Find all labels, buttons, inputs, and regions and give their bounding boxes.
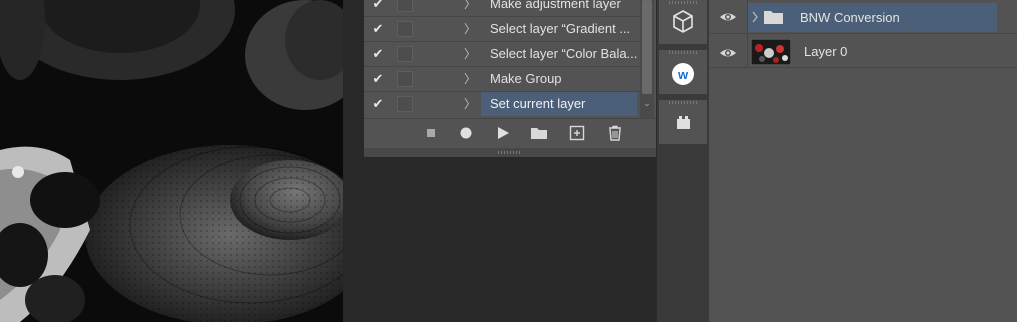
3d-panel-button[interactable] (659, 0, 707, 44)
action-label: Select layer “Color Bala... (490, 46, 637, 61)
checkmark-icon[interactable]: ✔ (370, 0, 386, 13)
action-row[interactable]: ✔ 〉 Make adjustment layer (364, 0, 658, 17)
folder-icon[interactable] (530, 125, 548, 141)
actions-toolbar (364, 118, 658, 148)
chevron-right-icon[interactable]: 〉 (464, 45, 476, 63)
dock-grip (669, 51, 697, 54)
play-icon[interactable] (494, 125, 512, 141)
visibility-toggle[interactable] (709, 0, 748, 33)
action-label: Set current layer (481, 92, 637, 116)
grip-dots (498, 151, 522, 154)
chevron-right-icon[interactable]: 〉 (464, 0, 476, 13)
chevron-right-icon[interactable] (750, 10, 760, 24)
svg-text:w: w (677, 67, 689, 82)
layer-name: BNW Conversion (800, 10, 900, 25)
panel-resize-grip[interactable] (364, 148, 658, 157)
dock-grip (669, 1, 697, 4)
record-icon[interactable] (457, 125, 475, 141)
divider (709, 67, 1017, 68)
checkmark-icon[interactable]: ✔ (370, 70, 386, 88)
eye-icon (720, 49, 736, 57)
panel-icon-dock: w (656, 0, 710, 322)
checkmark-icon[interactable]: ✔ (370, 20, 386, 38)
actions-scrollbar[interactable]: ⌄ (640, 0, 654, 118)
layer-row[interactable]: Layer 0 (709, 34, 1017, 68)
actions-panel: ✔ 〉 Make adjustment layer ✔ 〉 Select lay… (364, 0, 659, 157)
layer-row-group[interactable]: BNW Conversion (709, 0, 1017, 34)
folder-icon (764, 11, 783, 24)
checkmark-icon[interactable]: ✔ (370, 95, 386, 113)
action-row[interactable]: ✔ 〉 Make Group (364, 67, 658, 92)
wacom-panel-button[interactable]: w (659, 50, 707, 94)
chevron-right-icon[interactable]: 〉 (464, 95, 476, 113)
layer-name: Layer 0 (804, 44, 848, 59)
checkmark-icon[interactable]: ✔ (370, 45, 386, 63)
canvas-image[interactable] (0, 0, 343, 322)
plugin-lego-icon (677, 116, 690, 129)
wacom-w-icon: w (672, 63, 694, 85)
dock-grip (669, 101, 697, 104)
chevron-right-icon[interactable]: 〉 (464, 70, 476, 88)
eye-icon (720, 13, 736, 21)
trash-icon[interactable] (606, 125, 624, 141)
action-row[interactable]: ✔ 〉 Select layer “Gradient ... (364, 17, 658, 42)
action-row-selected[interactable]: ✔ 〉 Set current layer (364, 92, 658, 117)
layers-panel: BNW Conversion Layer 0 (709, 0, 1017, 322)
dialog-toggle-box[interactable] (397, 96, 413, 112)
action-label: Make Group (490, 71, 562, 86)
new-action-icon[interactable] (568, 125, 586, 141)
dialog-toggle-box[interactable] (397, 46, 413, 62)
scroll-down-arrow-icon[interactable]: ⌄ (640, 98, 654, 109)
3d-cube-icon (673, 10, 693, 33)
dialog-toggle-box[interactable] (397, 0, 413, 12)
dialog-toggle-box[interactable] (397, 71, 413, 87)
scrollbar-thumb[interactable] (642, 0, 652, 94)
visibility-toggle[interactable] (709, 34, 748, 67)
dialog-toggle-box[interactable] (397, 21, 413, 37)
hats-photo (0, 0, 343, 322)
chevron-right-icon[interactable]: 〉 (464, 20, 476, 38)
action-row[interactable]: ✔ 〉 Select layer “Color Bala... (364, 42, 658, 67)
layer-thumbnail (751, 39, 791, 65)
stop-icon[interactable] (422, 125, 440, 141)
plugin-panel-button[interactable] (659, 100, 707, 144)
action-label: Make adjustment layer (490, 0, 621, 11)
action-label: Select layer “Gradient ... (490, 21, 631, 36)
